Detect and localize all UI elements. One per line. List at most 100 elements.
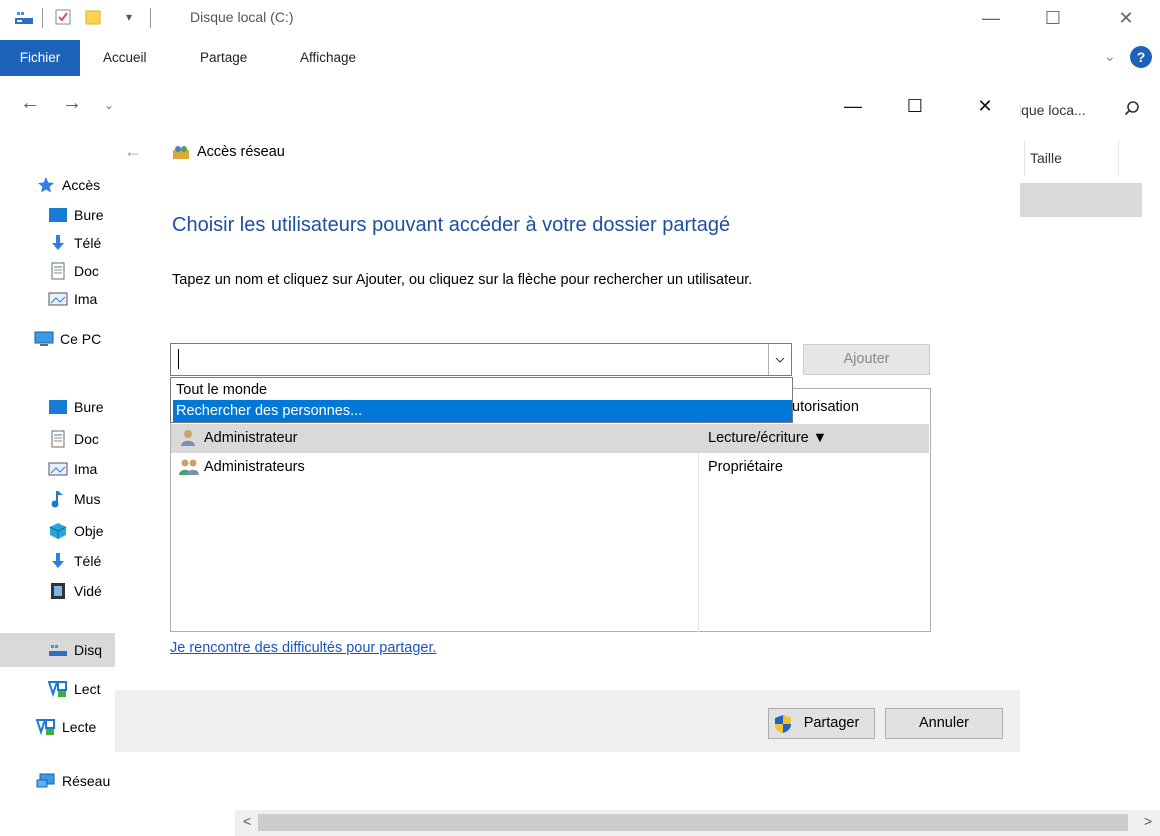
nav-item-network[interactable]: Réseau [36,767,146,795]
nav-item-local-disk[interactable]: Disq [0,633,116,667]
help-link[interactable]: Je rencontre des difficultés pour partag… [170,640,437,656]
recent-locations-icon[interactable]: ⌄ [104,98,114,112]
table-row-name: Administrateurs [204,459,305,475]
video-icon [48,582,68,600]
permission-dropdown[interactable]: Lecture/écriture ▼ [708,430,827,446]
nav-item-label: Télé [74,235,102,251]
nav-item-label: Doc [74,431,99,447]
drive-icon [14,8,33,26]
dialog-maximize-button[interactable]: ☐ [892,90,938,122]
file-row-selected[interactable] [1020,183,1142,217]
dialog-heading: Choisir les utilisateurs pouvant accéder… [172,214,731,236]
chevron-down-icon[interactable] [768,344,791,375]
search-text: ique loca... [1018,102,1086,118]
nav-item-videos[interactable]: Vidé [48,577,116,605]
users-group-icon [178,458,200,479]
tab-accueil[interactable]: Accueil [103,40,147,76]
nav-item-label: Disq [74,642,103,658]
download-icon [48,234,68,252]
nav-item-drive-root[interactable]: Lecte [36,713,116,741]
nav-item-label: Bure [74,399,104,415]
scroll-left-icon[interactable]: < [243,813,251,829]
nav-item-quick-access[interactable]: Accès [36,171,116,199]
nav-item-desktop-2[interactable]: Bure [48,393,116,421]
customize-toolbar-icon[interactable]: ▾ [126,10,132,24]
user-dropdown-list: Tout le monde Rechercher des personnes..… [170,377,793,423]
nav-item-drive[interactable]: Lect [48,675,116,703]
nav-item-pictures-2[interactable]: Ima [48,455,116,483]
nav-item-downloads[interactable]: Télé [48,229,116,257]
nav-item-label: Ce PC [60,331,102,347]
download-icon [48,552,68,570]
nav-item-label: Vidé [74,583,102,599]
ribbon-tabs: Fichier Accueil Partage Affichage ⌄ ? [0,40,1160,76]
desktop-icon [48,206,68,224]
document-icon [48,430,68,448]
network-icon [36,772,56,790]
add-button[interactable]: Ajouter [803,344,930,375]
nav-item-label: Réseau [62,773,111,789]
expand-ribbon-icon[interactable]: ⌄ [1104,48,1116,65]
pictures-icon [48,290,68,308]
separator [42,8,43,28]
column-separator [1118,140,1119,176]
nav-item-label: Télé [74,553,102,569]
new-folder-icon[interactable] [84,8,102,26]
share-button[interactable]: Partager [768,708,875,739]
nav-item-label: Accès [62,177,101,193]
dropdown-option-find-people[interactable]: Rechercher des personnes... [173,400,792,422]
close-button[interactable]: ✕ [1103,0,1149,36]
dialog-back-arrow-icon[interactable]: ← [124,141,142,162]
nav-item-documents-2[interactable]: Doc [48,425,116,453]
nav-item-label: Lect [74,681,101,697]
search-icon [1124,100,1140,119]
nav-item-pictures[interactable]: Ima [48,285,116,313]
cancel-button[interactable]: Annuler [885,708,1003,739]
properties-icon[interactable] [54,8,72,26]
dialog-minimize-button[interactable]: — [830,90,876,122]
network-drive-icon [48,680,68,698]
nav-item-label: Ima [74,461,98,477]
drive-icon [48,641,68,659]
scrollbar-thumb[interactable] [258,814,1128,831]
desktop-icon [48,398,68,416]
minimize-button[interactable]: — [968,0,1014,36]
share-button-label: Partager [803,715,860,731]
dialog-close-button[interactable]: ✕ [962,90,1008,122]
help-icon[interactable]: ? [1130,46,1152,68]
search-box[interactable]: ique loca... [1014,94,1146,128]
nav-item-3d-objects[interactable]: Obje [48,517,116,545]
nav-item-this-pc[interactable]: Ce PC [34,325,116,353]
column-header-size[interactable]: Taille [1030,150,1062,166]
forward-arrow-icon[interactable]: → [62,92,82,115]
text-caret [178,349,179,369]
user-name-input[interactable] [170,343,792,376]
column-separator [1024,140,1025,176]
nav-item-label: Lecte [62,719,97,735]
column-header-permission[interactable]: utorisation [792,399,859,415]
nav-item-downloads-2[interactable]: Télé [48,547,116,575]
scroll-right-icon[interactable]: > [1144,813,1152,829]
separator [150,8,151,28]
maximize-button[interactable]: ☐ [1030,0,1076,36]
nav-item-music[interactable]: Mus [48,485,116,513]
star-icon [36,176,56,194]
back-arrow-icon[interactable]: ← [20,92,40,115]
nav-item-desktop[interactable]: Bure [48,201,116,229]
nav-item-label: Bure [74,207,104,223]
explorer-title-bar: ▾ Disque local (C:) — ☐ ✕ [0,0,1160,40]
shield-icon [773,714,793,745]
dialog-title: Accès réseau [197,144,285,160]
tab-partage[interactable]: Partage [200,40,247,76]
nav-item-label: Doc [74,263,99,279]
document-icon [48,262,68,280]
computer-icon [34,330,54,348]
music-icon [48,490,68,508]
tab-fichier[interactable]: Fichier [0,40,80,76]
nav-item-documents[interactable]: Doc [48,257,116,285]
nav-item-label: Mus [74,491,101,507]
3d-objects-icon [48,522,68,540]
nav-item-label: Ima [74,291,98,307]
dropdown-option-everyone[interactable]: Tout le monde [173,379,792,401]
tab-affichage[interactable]: Affichage [300,40,356,76]
